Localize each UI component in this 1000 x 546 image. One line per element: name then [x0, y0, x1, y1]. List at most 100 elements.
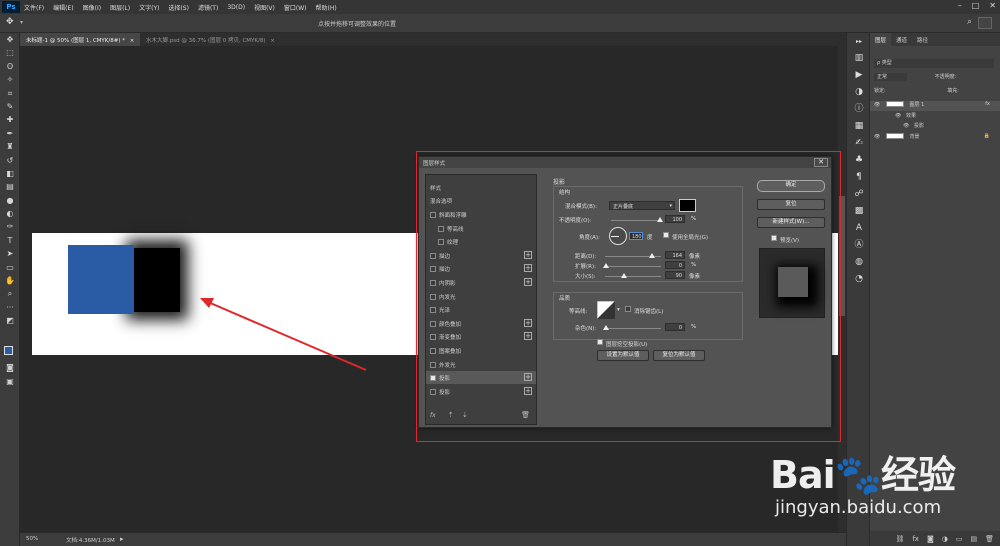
drop-shadow-effect-row[interactable]: 👁 投影	[870, 122, 1000, 132]
status-bar: 50% 文档:4.36M/1.03M ▸	[20, 532, 846, 546]
history-brush-icon[interactable]: ↺	[0, 154, 20, 167]
lock-label: 锁定:	[874, 88, 886, 94]
fill-label: 填充:	[947, 88, 959, 94]
fx-badge[interactable]: fx	[985, 101, 990, 107]
menu-bar: Ps 文件(F) 编辑(E) 图像(I) 图层(L) 文字(Y) 选择(S) 滤…	[0, 0, 1000, 14]
layer-row-layer1[interactable]: 👁 图层 1 fx	[870, 101, 1000, 111]
annotation-highlight-box	[416, 151, 841, 442]
close-window-button[interactable]: ✕	[989, 1, 996, 10]
menu-filter[interactable]: 滤镜(T)	[198, 3, 218, 12]
layer-blend-mode[interactable]: 正常	[874, 73, 908, 81]
lasso-tool-icon[interactable]: ʘ	[0, 60, 20, 73]
document-size: 文档:4.36M/1.03M	[66, 538, 115, 544]
foreground-color-swatch[interactable]	[4, 346, 13, 355]
tool-preset-dropdown-icon[interactable]: ▾	[20, 19, 23, 26]
visibility-eye-icon[interactable]: 👁	[874, 102, 880, 108]
shape-tool-icon[interactable]: ▭	[0, 261, 20, 274]
background-layer-name[interactable]: 背景	[910, 134, 920, 140]
crop-tool-icon[interactable]: ⌗	[0, 87, 20, 100]
background-thumbnail	[885, 133, 904, 139]
drop-shadow-label: 投影	[913, 123, 924, 129]
watermark-logo: Bai🐾经验	[770, 453, 956, 497]
move-tool-icon[interactable]: ✥	[6, 17, 14, 27]
status-arrow-icon[interactable]: ▸	[120, 535, 124, 543]
magic-wand-icon[interactable]: ✧	[0, 73, 20, 86]
menu-help[interactable]: 帮助(H)	[316, 3, 337, 12]
menu-3d[interactable]: 3D(D)	[227, 4, 245, 11]
menu-edit[interactable]: 编辑(E)	[53, 3, 73, 12]
menu-type[interactable]: 文字(Y)	[139, 3, 159, 12]
tools-panel: ✥ ⬚ ʘ ✧ ⌗ ✎ ✚ ✒ ♜ ↺ ◧ ▤ ● ◐ ✑ T ➤ ▭ ✋ ⌕ …	[0, 33, 20, 546]
gradient-tool-icon[interactable]: ▤	[0, 180, 20, 193]
type-tool-icon[interactable]: T	[0, 234, 20, 247]
pen-tool-icon[interactable]: ✑	[0, 220, 20, 233]
play-action-icon[interactable]: ▶	[847, 67, 871, 84]
blur-tool-icon[interactable]: ●	[0, 194, 20, 207]
brush-settings-icon[interactable]: ✍	[847, 135, 871, 152]
move-tool-icon[interactable]: ✥	[0, 33, 20, 46]
lock-icon: 🔒	[983, 133, 990, 139]
character-icon[interactable]: A	[847, 220, 871, 237]
history-icon[interactable]: ▥	[847, 50, 871, 67]
timeline-icon[interactable]: ◔	[847, 271, 871, 288]
tab-shuimu[interactable]: 水木大脚.psd @ 36.7% (图层 0 拷贝, CMYK/8) ×	[140, 33, 281, 46]
eraser-icon[interactable]: ◧	[0, 167, 20, 180]
minimize-button[interactable]: –	[958, 1, 962, 10]
hand-tool-icon[interactable]: ✋	[0, 274, 20, 287]
swatches-icon[interactable]: ▩	[847, 203, 871, 220]
quick-mask-icon[interactable]: ◙	[0, 363, 20, 372]
properties-icon[interactable]: ▦	[847, 118, 871, 135]
default-colors-icon[interactable]: ◩	[0, 314, 20, 327]
more-tools-icon[interactable]: ···	[0, 301, 20, 314]
menu-select[interactable]: 选择(S)	[168, 3, 189, 12]
glyphs-icon[interactable]: Ⓐ	[847, 237, 871, 254]
clone-stamp-icon[interactable]: ♜	[0, 140, 20, 153]
menu-layer[interactable]: 图层(L)	[110, 3, 130, 12]
tab-channels[interactable]: 通道	[891, 33, 912, 46]
options-bar: ✥ ▾ 点按并拖移可调整效果的位置 ⌕	[0, 14, 1000, 33]
document-tabs: 未标题-1 @ 50% (图层 1, CMYK/8#) * × 水木大脚.psd…	[20, 33, 846, 46]
menu-view[interactable]: 视图(V)	[254, 3, 275, 12]
path-selection-icon[interactable]: ➤	[0, 247, 20, 260]
eyedropper-icon[interactable]: ✎	[0, 100, 20, 113]
menu-window[interactable]: 窗口(W)	[284, 3, 307, 12]
search-icon[interactable]: ⌕	[967, 17, 972, 27]
lock-row: 锁定: 填充:	[874, 87, 1000, 97]
screen-mode-icon[interactable]: ▣	[0, 377, 20, 386]
tab-close-icon[interactable]: ×	[270, 38, 275, 44]
tab-untitled-1[interactable]: 未标题-1 @ 50% (图层 1, CMYK/8#) * ×	[20, 33, 141, 46]
effects-row[interactable]: 👁 效果	[870, 112, 1000, 122]
info-icon[interactable]: ⓘ	[847, 101, 871, 118]
brush-tool-icon[interactable]: ✒	[0, 127, 20, 140]
blue-layer-square[interactable]	[68, 245, 134, 314]
menu-image[interactable]: 图像(I)	[83, 3, 101, 12]
healing-brush-icon[interactable]: ✚	[0, 113, 20, 126]
collapse-icon[interactable]: ▸▸	[847, 33, 871, 50]
layer-name[interactable]: 图层 1	[910, 102, 925, 108]
adjustments-icon[interactable]: ◑	[847, 84, 871, 101]
3d-icon[interactable]: ◍	[847, 254, 871, 271]
tab-paths[interactable]: 路径	[912, 33, 933, 46]
paragraph-icon[interactable]: ¶	[847, 169, 871, 186]
tab-layers[interactable]: 图层	[870, 33, 892, 46]
tool-presets-icon[interactable]: ☍	[847, 186, 871, 203]
marquee-tool-icon[interactable]: ⬚	[0, 46, 20, 59]
visibility-eye-icon[interactable]: 👁	[874, 134, 880, 140]
menu-file[interactable]: 文件(F)	[24, 3, 44, 12]
zoom-tool-icon[interactable]: ⌕	[0, 287, 20, 300]
layer-kind-filter[interactable]: ρ 类型	[874, 59, 994, 68]
drop-shadow-eye-icon[interactable]: 👁	[903, 123, 909, 129]
maximize-button[interactable]: □	[972, 1, 980, 10]
effects-eye-icon[interactable]: 👁	[895, 113, 901, 119]
layer-opacity-label: 不透明度:	[934, 74, 957, 80]
layers-panel-tabs: 图层 通道 路径	[870, 33, 1000, 46]
tab-close-icon[interactable]: ×	[130, 38, 135, 44]
workspace-switcher-icon[interactable]	[978, 17, 992, 29]
zoom-level[interactable]: 50%	[26, 536, 38, 542]
clone-source-icon[interactable]: ♣	[847, 152, 871, 169]
dodge-tool-icon[interactable]: ◐	[0, 207, 20, 220]
baidu-jingyan-watermark: Bai🐾经验 jingyan.baidu.com	[770, 440, 1000, 546]
layer-row-background[interactable]: 👁 背景 🔒	[870, 133, 1000, 143]
options-hint-text: 点按并拖移可调整效果的位置	[318, 21, 397, 28]
layer-blend-row: 正常 不透明度:	[874, 73, 1000, 83]
